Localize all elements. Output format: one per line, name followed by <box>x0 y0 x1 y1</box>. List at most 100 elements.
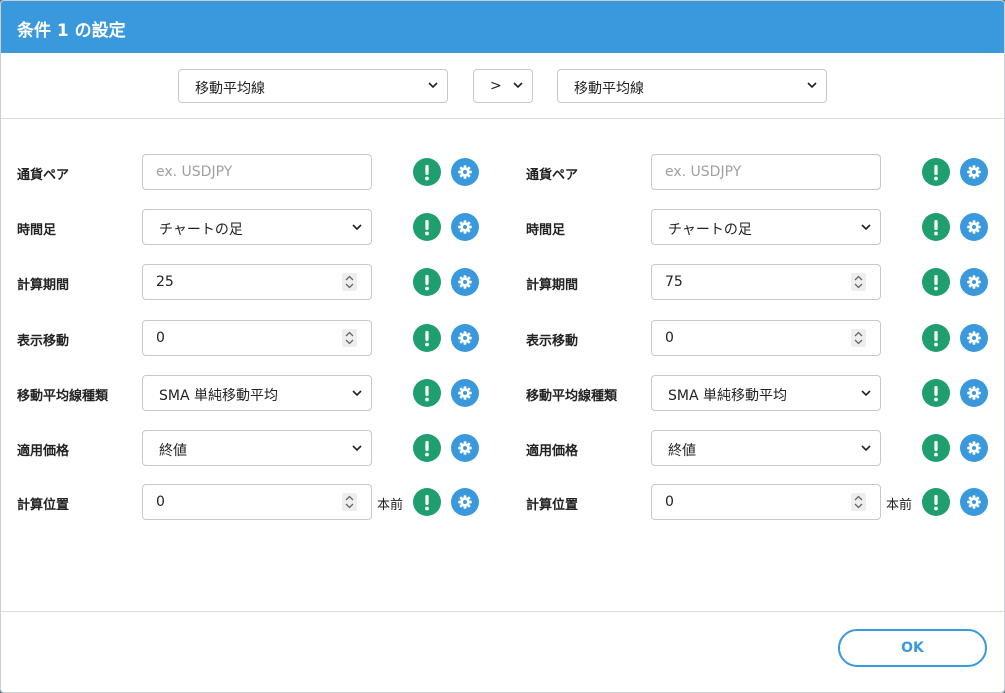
gear-icon <box>458 275 472 289</box>
left-applied-price-info-button[interactable] <box>413 434 441 462</box>
gear-icon <box>458 441 472 455</box>
bottom-divider <box>1 611 1004 612</box>
right-period-value: 75 <box>665 274 683 290</box>
left-applied-price-label: 適用価格 <box>17 444 70 459</box>
left-shift-settings-button[interactable] <box>451 324 479 352</box>
left-currency-pair-placeholder: ex. USDJPY <box>156 164 233 180</box>
right-calc-position-unit: 本前 <box>886 498 913 513</box>
exclamation-icon <box>934 275 938 291</box>
right-shift-info-button[interactable] <box>922 324 950 352</box>
spinner-arrows-icon[interactable] <box>342 493 357 511</box>
chevron-down-icon <box>513 82 523 89</box>
left-calc-position-info-button[interactable] <box>413 488 441 516</box>
left-calc-position-input[interactable]: 0 <box>142 484 372 520</box>
right-shift-value: 0 <box>665 330 674 346</box>
right-currency-pair-settings-button[interactable] <box>960 158 988 186</box>
left-timeframe-info-button[interactable] <box>413 213 441 241</box>
left-calc-position-label: 計算位置 <box>17 498 70 513</box>
gear-icon <box>967 331 981 345</box>
left-ma-type-label: 移動平均線種類 <box>17 389 109 404</box>
exclamation-icon <box>425 495 429 511</box>
left-applied-price-settings-button[interactable] <box>451 434 479 462</box>
right-ma-type-settings-button[interactable] <box>960 379 988 407</box>
chevron-down-icon <box>861 390 871 397</box>
gear-icon <box>458 386 472 400</box>
left-timeframe-settings-button[interactable] <box>451 213 479 241</box>
right-calc-position-value: 0 <box>665 494 674 510</box>
spinner-arrows-icon[interactable] <box>342 273 357 291</box>
chevron-down-icon <box>861 445 871 452</box>
left-shift-info-button[interactable] <box>413 324 441 352</box>
right-calc-position-input[interactable]: 0 <box>651 484 881 520</box>
left-shift-label: 表示移動 <box>17 334 70 349</box>
right-ma-type-select[interactable]: SMA 単純移動平均 <box>651 375 881 411</box>
exclamation-icon <box>425 441 429 457</box>
exclamation-icon <box>934 386 938 402</box>
gear-icon <box>967 220 981 234</box>
right-applied-price-settings-button[interactable] <box>960 434 988 462</box>
right-period-info-button[interactable] <box>922 268 950 296</box>
right-ma-type-label: 移動平均線種類 <box>526 389 618 404</box>
left-period-info-button[interactable] <box>413 268 441 296</box>
right-applied-price-select[interactable]: 終値 <box>651 430 881 466</box>
left-period-input[interactable]: 25 <box>142 264 372 300</box>
right-shift-label: 表示移動 <box>526 334 579 349</box>
gear-icon <box>458 495 472 509</box>
right-currency-pair-input[interactable]: ex. USDJPY <box>651 154 881 190</box>
operator-select[interactable]: > <box>473 69 533 103</box>
right-shift-settings-button[interactable] <box>960 324 988 352</box>
exclamation-icon <box>425 275 429 291</box>
right-timeframe-settings-button[interactable] <box>960 213 988 241</box>
left-shift-value: 0 <box>156 330 165 346</box>
chevron-down-icon <box>861 224 871 231</box>
right-calc-position-info-button[interactable] <box>922 488 950 516</box>
gear-icon <box>967 495 981 509</box>
left-timeframe-value: チャートの足 <box>159 222 243 238</box>
exclamation-icon <box>425 386 429 402</box>
left-currency-pair-input[interactable]: ex. USDJPY <box>142 154 372 190</box>
gear-icon <box>458 165 472 179</box>
left-timeframe-label: 時間足 <box>17 223 57 238</box>
right-shift-input[interactable]: 0 <box>651 320 881 356</box>
right-indicator-select[interactable]: 移動平均線 <box>557 69 827 103</box>
right-calc-position-settings-button[interactable] <box>960 488 988 516</box>
chevron-down-icon <box>428 82 438 89</box>
spinner-arrows-icon[interactable] <box>851 273 866 291</box>
chevron-down-icon <box>352 224 362 231</box>
right-timeframe-select[interactable]: チャートの足 <box>651 209 881 245</box>
left-calc-position-settings-button[interactable] <box>451 488 479 516</box>
right-applied-price-info-button[interactable] <box>922 434 950 462</box>
left-currency-pair-settings-button[interactable] <box>451 158 479 186</box>
gear-icon <box>458 331 472 345</box>
left-shift-input[interactable]: 0 <box>142 320 372 356</box>
dialog-title: 条件 1 の設定 <box>1 1 1004 53</box>
left-ma-type-settings-button[interactable] <box>451 379 479 407</box>
left-applied-price-select[interactable]: 終値 <box>142 430 372 466</box>
right-timeframe-info-button[interactable] <box>922 213 950 241</box>
spinner-arrows-icon[interactable] <box>342 329 357 347</box>
right-calc-position-label: 計算位置 <box>526 498 579 513</box>
gear-icon <box>967 275 981 289</box>
spinner-arrows-icon[interactable] <box>851 493 866 511</box>
left-ma-type-value: SMA 単純移動平均 <box>159 388 278 404</box>
left-indicator-select[interactable]: 移動平均線 <box>178 69 448 103</box>
gear-icon <box>458 220 472 234</box>
right-currency-pair-info-button[interactable] <box>922 158 950 186</box>
ok-button[interactable]: OK <box>838 629 987 667</box>
right-applied-price-label: 適用価格 <box>526 444 579 459</box>
right-period-settings-button[interactable] <box>960 268 988 296</box>
right-applied-price-value: 終値 <box>668 443 696 459</box>
top-divider <box>1 118 1004 119</box>
left-calc-position-value: 0 <box>156 494 165 510</box>
exclamation-icon <box>425 331 429 347</box>
exclamation-icon <box>425 165 429 181</box>
left-currency-pair-info-button[interactable] <box>413 158 441 186</box>
right-ma-type-value: SMA 単純移動平均 <box>668 388 787 404</box>
right-period-input[interactable]: 75 <box>651 264 881 300</box>
left-period-settings-button[interactable] <box>451 268 479 296</box>
left-timeframe-select[interactable]: チャートの足 <box>142 209 372 245</box>
left-ma-type-info-button[interactable] <box>413 379 441 407</box>
left-ma-type-select[interactable]: SMA 単純移動平均 <box>142 375 372 411</box>
spinner-arrows-icon[interactable] <box>851 329 866 347</box>
right-ma-type-info-button[interactable] <box>922 379 950 407</box>
